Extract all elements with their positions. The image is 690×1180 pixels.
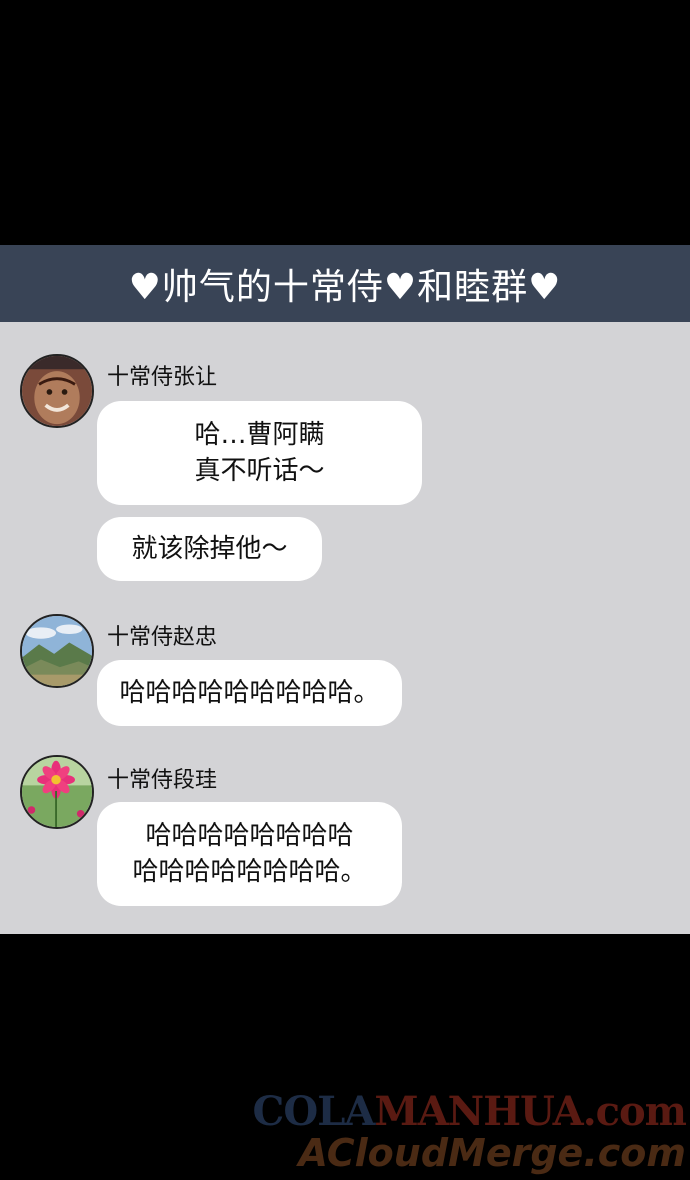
message-text: 就该除掉他～: [131, 534, 288, 564]
message-text: 真不听话～: [194, 456, 325, 486]
sender-name: 十常侍张让: [107, 365, 218, 390]
message-bubble[interactable]: 就该除掉他～: [97, 517, 322, 581]
message-text: 哈哈哈哈哈哈哈哈: [145, 821, 354, 851]
mountain-avatar[interactable]: [20, 614, 94, 688]
group-title: ♥帅气的十常侍♥和睦群♥: [128, 266, 562, 308]
chat-title-bar: ♥帅气的十常侍♥和睦群♥: [0, 245, 690, 322]
face-avatar[interactable]: [20, 354, 94, 428]
message-bubble[interactable]: 哈…曹阿瞒 真不听话～: [97, 401, 422, 505]
flower-avatar-icon: [22, 757, 92, 827]
message-text: 哈哈哈哈哈哈哈哈哈。: [119, 678, 380, 708]
mountain-avatar-icon: [22, 616, 92, 686]
sender-name: 十常侍赵忠: [107, 625, 218, 650]
message-bubble[interactable]: 哈哈哈哈哈哈哈哈 哈哈哈哈哈哈哈哈。: [97, 802, 402, 906]
watermark-cola: COLA: [252, 1088, 376, 1135]
chat-message-area[interactable]: 十常侍张让 哈…曹阿瞒 真不听话～ 就该除掉他～ 十常侍赵忠 哈哈哈哈哈哈哈哈哈…: [0, 322, 690, 934]
watermark-manhua: MANHUA.com: [374, 1088, 687, 1135]
face-avatar-icon: [22, 356, 92, 426]
message-text: 哈哈哈哈哈哈哈哈。: [132, 857, 367, 887]
sender-name: 十常侍段珪: [107, 768, 218, 793]
watermark-line-2: ACloudMerge.com: [298, 1131, 686, 1175]
watermark-line-1: COLAMANHUA.com: [253, 1092, 687, 1132]
site-watermark: COLAMANHUA.com ACloudMerge.com: [253, 1092, 687, 1175]
message-bubble[interactable]: 哈哈哈哈哈哈哈哈哈。: [97, 660, 402, 726]
flower-avatar[interactable]: [20, 755, 94, 829]
message-text: 哈…曹阿瞒: [194, 420, 325, 450]
